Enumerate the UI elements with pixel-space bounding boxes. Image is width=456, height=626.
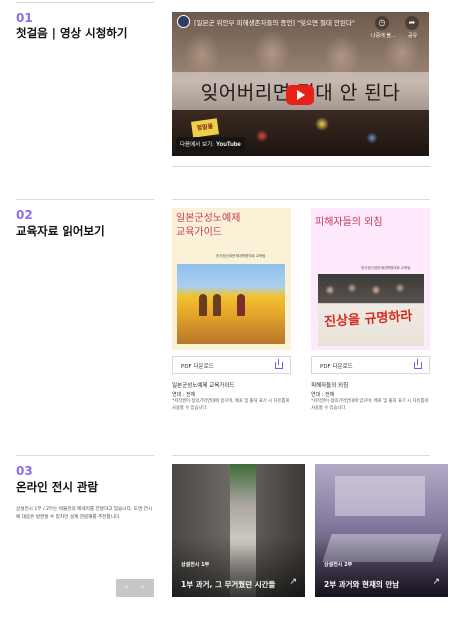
pdf-download-label: PDF 다운로드	[181, 364, 214, 370]
divider	[172, 166, 430, 167]
divider	[16, 199, 154, 200]
cover-photo: 진상을 규명하라	[318, 274, 424, 346]
carousel-nav: ‹ ›	[116, 579, 154, 597]
prev-arrow-icon[interactable]: ‹	[125, 582, 128, 591]
video-title[interactable]: [일본군 위안부 피해생존자들의 증언] "잊으면 절대 안된다"	[194, 17, 374, 27]
section-title: 교육자료 읽어보기	[16, 224, 105, 238]
download-icon	[275, 359, 283, 369]
cover-subtitle: 한국정신대문제대책협의회 교육팀	[216, 254, 266, 258]
book-note: *저작권이 정의기억연대에 있으며, 배포 및 출처 표기 시 자유롭게 사용할…	[172, 399, 290, 411]
book-note: *저작권이 정의기억연대에 있으며, 배포 및 출처 표기 시 자유롭게 사용할…	[311, 399, 429, 411]
section-description: 상설전시 1부 / 2부는 박물관의 메세지를 전달하고 있습니다. 도면 전시…	[16, 507, 153, 520]
book-meta: 연대 : 전체	[311, 392, 335, 398]
cover-slogan: 진상을 규명하라	[323, 308, 413, 331]
next-arrow-icon[interactable]: ›	[141, 582, 144, 591]
arrow-up-right-icon: ↗	[289, 577, 297, 587]
share-icon[interactable]: ➦	[405, 16, 419, 30]
book-meta: 연대 : 전체	[172, 392, 196, 398]
pdf-download-button[interactable]: PDF 다운로드	[172, 356, 291, 374]
book-cover[interactable]: 피해자들의 외침 한국정신대문제대책협의회 교육팀 진상을 규명하라	[311, 208, 430, 350]
section-number: 03	[16, 464, 33, 478]
section-number: 01	[16, 11, 33, 25]
youtube-logo: YouTube	[215, 142, 241, 148]
exhibit-card[interactable]: 상설전시 1부 1부 과거, 그 무거웠던 시간들 ↗	[172, 464, 305, 597]
watch-later-label: 나중에 볼...	[371, 33, 396, 39]
section-title: 온라인 전시 관람	[16, 480, 99, 494]
arrow-up-right-icon: ↗	[432, 577, 440, 587]
youtube-play-icon[interactable]	[286, 85, 314, 105]
pdf-download-button[interactable]: PDF 다운로드	[311, 356, 430, 374]
section-title: 첫걸음 | 영상 시청하기	[16, 26, 128, 40]
pdf-download-label: PDF 다운로드	[320, 364, 353, 370]
download-icon	[414, 359, 422, 369]
cover-title: 피해자들의 외침	[315, 217, 383, 228]
share-label: 공유	[408, 33, 418, 39]
book-name: 피해자들의 외침	[311, 383, 349, 389]
book-cover[interactable]: 일본군성노예제 교육가이드 한국정신대문제대책협의회 교육팀	[172, 208, 291, 350]
divider	[172, 199, 430, 200]
section-number: 02	[16, 208, 33, 222]
exhibit-tag: 상설전시 2부	[324, 562, 353, 568]
cover-subtitle: 한국정신대문제대책협의회 교육팀	[361, 266, 411, 270]
watch-on-youtube-button[interactable]: 다음에서 보기: YouTube	[176, 137, 245, 151]
divider	[16, 455, 154, 456]
exhibit-tag: 상설전시 1부	[181, 562, 210, 568]
divider	[172, 455, 430, 456]
cover-illustration	[177, 264, 285, 344]
divider	[16, 2, 154, 3]
watch-on-label: 다음에서 보기:	[180, 142, 214, 148]
video-player[interactable]: [일본군 위안부 피해생존자들의 증언] "잊으면 절대 안된다" ◷ 나중에 …	[172, 12, 429, 156]
book-name: 일본군성노예제 교육가이드	[172, 383, 235, 389]
exhibit-title: 2부 과거와 현재의 만남	[324, 580, 400, 589]
exhibit-title: 1부 과거, 그 무거웠던 시간들	[181, 580, 276, 589]
clock-icon[interactable]: ◷	[375, 16, 389, 30]
channel-logo[interactable]	[177, 15, 190, 28]
cover-title: 일본군성노예제 교육가이드	[176, 213, 241, 238]
exhibit-card[interactable]: 상설전시 2부 2부 과거와 현재의 만남 ↗	[315, 464, 448, 597]
